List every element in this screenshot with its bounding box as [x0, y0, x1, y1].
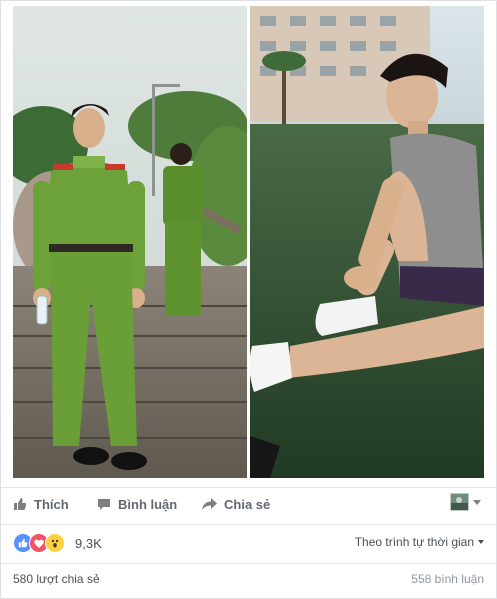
reaction-icons — [13, 533, 65, 553]
avatar — [450, 493, 469, 511]
share-count-link[interactable]: 580 lượt chia sẻ — [13, 572, 100, 586]
photo-uniform[interactable] — [13, 6, 247, 478]
wow-reaction-icon — [45, 533, 65, 553]
comment-count-link[interactable]: 558 bình luận — [411, 572, 484, 586]
post-photos — [13, 6, 484, 478]
post-card: Thích Bình luận Chia sẻ 9,3K Theo trình … — [0, 0, 497, 599]
comment-label: Bình luận — [118, 496, 178, 512]
caret-down-icon — [478, 540, 484, 544]
comment-order-dropdown[interactable]: Theo trình tự thời gian — [355, 535, 484, 549]
like-button[interactable]: Thích — [13, 489, 69, 519]
comment-button[interactable]: Bình luận — [97, 489, 177, 519]
caret-down-icon — [473, 499, 481, 505]
like-icon — [14, 498, 27, 510]
post-as-selector[interactable] — [450, 493, 481, 511]
divider — [1, 563, 496, 564]
divider — [1, 524, 496, 525]
share-icon — [202, 497, 217, 510]
photo-turf[interactable] — [250, 6, 484, 478]
comment-order-label: Theo trình tự thời gian — [354, 535, 474, 549]
share-label: Chia sẻ — [224, 496, 271, 512]
comment-icon — [98, 498, 110, 510]
share-button[interactable]: Chia sẻ — [202, 489, 270, 519]
divider — [1, 487, 496, 488]
like-label: Thích — [34, 496, 69, 512]
reaction-summary[interactable]: 9,3K — [13, 531, 102, 555]
action-bar: Thích Bình luận Chia sẻ — [1, 489, 496, 519]
reaction-count: 9,3K — [75, 535, 102, 551]
